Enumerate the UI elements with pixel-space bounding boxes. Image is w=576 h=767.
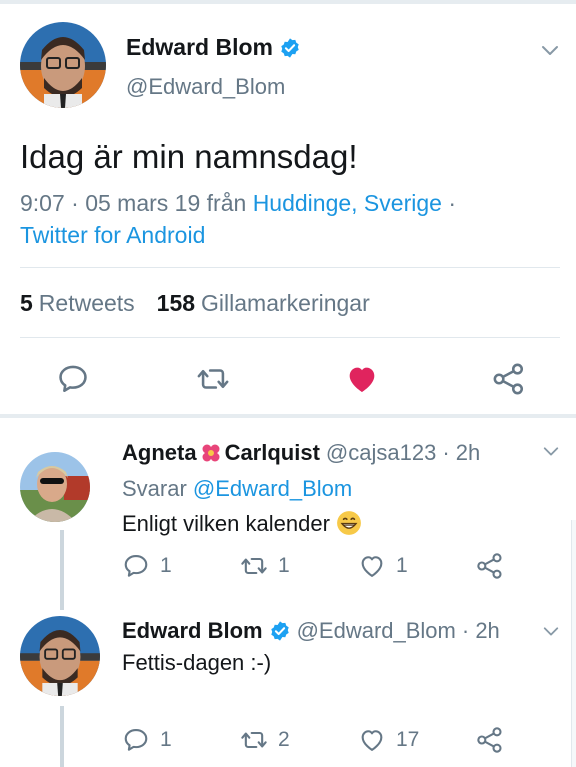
reply-icon[interactable] (56, 362, 90, 396)
tweet-time: 9:07 · 05 mars 19 från (20, 190, 247, 216)
author-name[interactable]: Edward Blom (126, 34, 301, 61)
like-action[interactable]: 1 (358, 552, 408, 580)
reply-author-avatar[interactable] (20, 616, 100, 696)
retweet-action[interactable]: 1 (240, 552, 290, 580)
reply-header: Edward Blom @Edward_Blom · 2h (122, 618, 500, 644)
divider (20, 337, 560, 338)
author-name-text[interactable]: Edward Blom (126, 34, 273, 61)
retweet-action[interactable]: 2 (240, 726, 290, 754)
tweet-source-link[interactable]: Twitter for Android (20, 222, 205, 248)
like-icon (361, 556, 383, 577)
retweet-icon (241, 731, 267, 749)
reply-count: 1 (160, 728, 172, 751)
main-tweet: Edward Blom @Edward_Blom Idag är min nam… (0, 4, 576, 414)
reply-author-name[interactable]: Agneta Carlquist (122, 440, 320, 466)
tweet-meta: 9:07 · 05 mars 19 från Huddinge, Sverige… (20, 187, 560, 251)
scrollbar[interactable] (571, 520, 576, 767)
author-avatar[interactable] (20, 22, 106, 108)
thread-line (60, 530, 64, 610)
reply-author-name-part2: Carlquist (224, 440, 320, 465)
reply-count: 1 (160, 554, 172, 577)
reply-icon (124, 729, 148, 751)
reply-header: Agneta Carlquist @cajsa123 · 2h (122, 440, 480, 466)
likes-count: 158 (156, 290, 196, 316)
likes-stat[interactable]: 158 Gillamarkeringar (157, 290, 370, 317)
reply-text: Fettis-dagen :-) (122, 650, 272, 675)
verified-badge-icon (281, 37, 299, 58)
reply-author-avatar[interactable] (20, 452, 90, 522)
verified-badge-icon (270, 621, 289, 641)
like-icon (361, 730, 383, 751)
flower-emoji-icon (202, 444, 220, 462)
like-count: 1 (396, 554, 408, 577)
reply-author-name-part1: Agneta (122, 440, 197, 465)
like-icon-filled[interactable] (345, 362, 379, 396)
reply-action[interactable]: 1 (122, 552, 172, 580)
retweet-count: 1 (278, 554, 290, 577)
reply-text: Enligt vilken kalender (122, 510, 362, 537)
retweet-icon[interactable] (196, 362, 230, 396)
reply-time: · 2h (461, 618, 500, 643)
like-count: 17 (396, 728, 420, 751)
reply-text-body: Enligt vilken kalender (122, 511, 330, 536)
reply-tweet[interactable]: Agneta Carlquist @cajsa123 · 2h Svarar @… (0, 418, 576, 610)
retweet-icon (241, 557, 267, 575)
reply-author-handle[interactable]: @cajsa123 (326, 440, 436, 466)
chevron-down-icon[interactable] (542, 442, 560, 460)
retweet-count: 2 (278, 728, 290, 751)
grinning-emoji-icon (336, 511, 361, 535)
meta-separator: · (448, 190, 456, 216)
tweet-stats: 5 Retweets 158 Gillamarkeringar (20, 290, 370, 317)
tweet-text: Idag är min namnsdag! (20, 138, 358, 175)
reply-time: · 2h (442, 440, 481, 465)
thread-line (60, 706, 64, 767)
tweet-location-link[interactable]: Huddinge, Sverige (253, 190, 442, 216)
retweets-label: Retweets (38, 290, 135, 316)
likes-label: Gillamarkeringar (201, 290, 370, 316)
author-handle[interactable]: @Edward_Blom (126, 74, 285, 100)
reply-action[interactable]: 1 (122, 726, 172, 754)
replying-to: Svarar @Edward_Blom (122, 476, 352, 502)
replying-to-prefix: Svarar (122, 476, 187, 501)
chevron-down-icon[interactable] (542, 622, 560, 640)
share-icon[interactable] (492, 362, 526, 396)
retweets-stat[interactable]: 5 Retweets (20, 290, 135, 317)
retweets-count: 5 (20, 290, 33, 316)
reply-author-name[interactable]: Edward Blom (122, 618, 263, 644)
share-icon[interactable] (476, 552, 504, 580)
replying-to-handle[interactable]: @Edward_Blom (193, 476, 352, 501)
reply-icon (124, 555, 148, 577)
share-icon[interactable] (476, 726, 504, 754)
chevron-down-icon[interactable] (540, 40, 560, 60)
like-action[interactable]: 17 (358, 726, 419, 754)
divider (20, 267, 560, 268)
reply-author-handle[interactable]: @Edward_Blom (297, 618, 456, 644)
reply-tweet[interactable]: Edward Blom @Edward_Blom · 2h Fettis-dag… (0, 608, 576, 767)
